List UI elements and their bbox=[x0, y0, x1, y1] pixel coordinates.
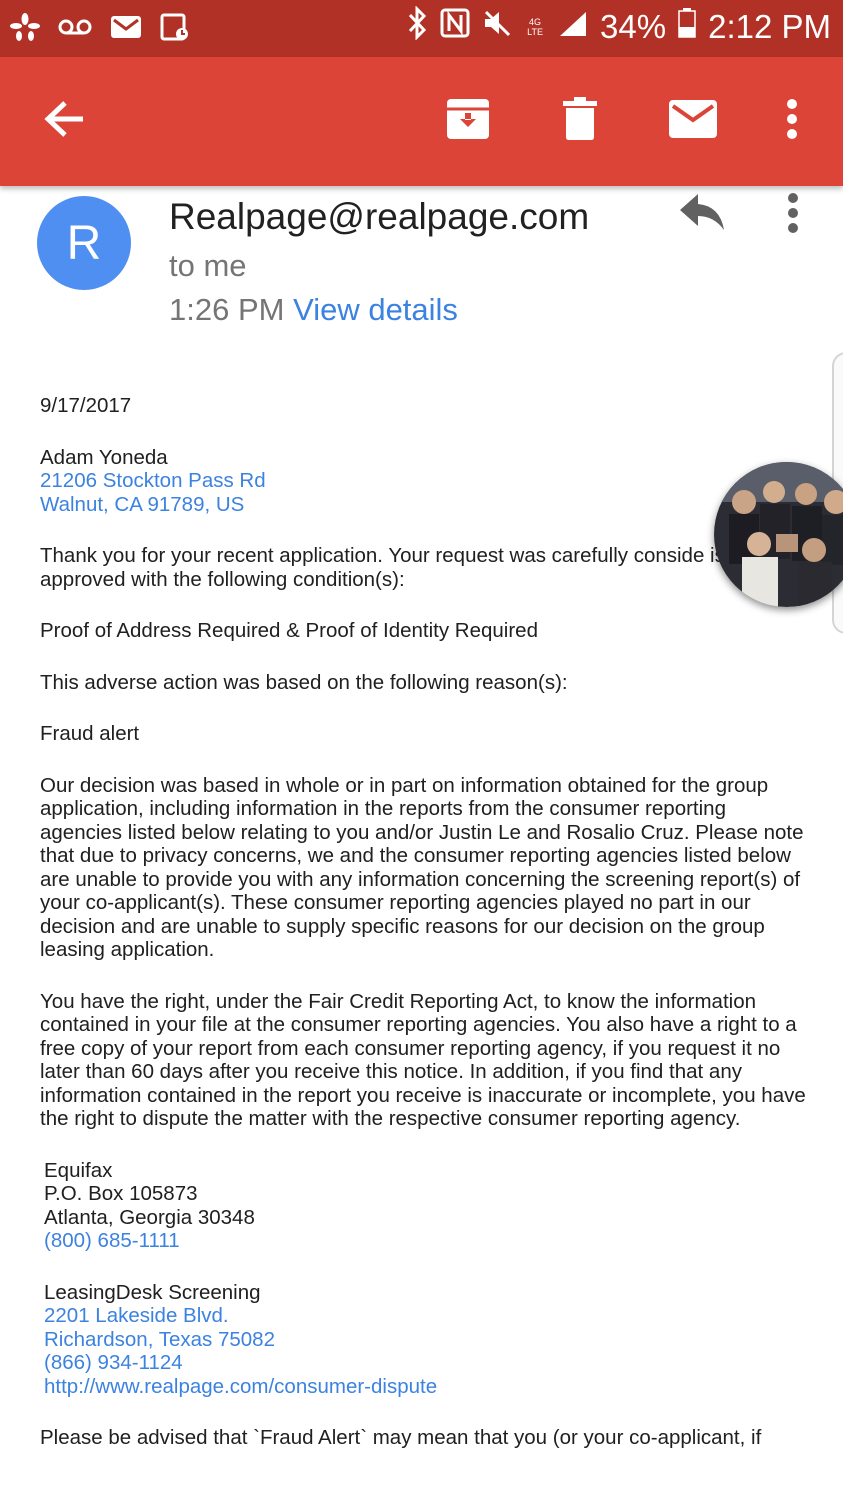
leasingdesk-phone-link[interactable]: (866) 934-1124 bbox=[44, 1351, 810, 1375]
leasingdesk-url-link[interactable]: http://www.realpage.com/consumer-dispute bbox=[44, 1375, 810, 1399]
arrow-left-icon bbox=[43, 99, 87, 144]
network-type: 4G LTE bbox=[527, 17, 543, 37]
overflow-menu-button[interactable] bbox=[772, 57, 812, 186]
delete-button[interactable] bbox=[548, 57, 612, 186]
equifax-block: Equifax P.O. Box 105873 Atlanta, Georgia… bbox=[40, 1159, 810, 1253]
mark-unread-button[interactable] bbox=[662, 57, 724, 186]
equifax-phone-link[interactable]: (800) 685-1111 bbox=[44, 1229, 810, 1253]
paragraph-fraud-alert: Please be advised that `Fraud Alert` may… bbox=[40, 1426, 762, 1449]
battery-icon bbox=[678, 8, 696, 46]
gmail-icon bbox=[110, 12, 142, 42]
leasingdesk-block: LeasingDesk Screening 2201 Lakeside Blvd… bbox=[40, 1281, 810, 1399]
leasingdesk-name: LeasingDesk Screening bbox=[44, 1280, 261, 1304]
yelp-icon bbox=[10, 12, 40, 42]
reason-text: Fraud alert bbox=[40, 722, 140, 745]
message-time: 1:26 PM bbox=[169, 292, 285, 327]
equifax-line-1: P.O. Box 105873 bbox=[44, 1182, 198, 1205]
message-time-row: 1:26 PM View details bbox=[169, 292, 458, 328]
paragraph-application: Thank you for your recent application. Y… bbox=[40, 544, 725, 591]
message-more-button[interactable] bbox=[786, 192, 808, 238]
signal-icon bbox=[558, 8, 588, 46]
calendar-icon bbox=[160, 12, 190, 42]
avatar[interactable]: R bbox=[37, 196, 131, 290]
status-bar: 4G LTE 34% 2:12 PM bbox=[0, 0, 843, 57]
paragraph-rights: You have the right, under the Fair Credi… bbox=[40, 989, 806, 1131]
equifax-name: Equifax bbox=[44, 1158, 113, 1182]
archive-icon bbox=[445, 97, 491, 146]
trash-icon bbox=[563, 97, 597, 146]
voicemail-icon bbox=[58, 12, 92, 42]
mute-icon bbox=[482, 8, 512, 46]
back-button[interactable] bbox=[30, 57, 100, 186]
recipient-label: to me bbox=[169, 248, 247, 283]
more-vertical-icon bbox=[786, 99, 798, 144]
bluetooth-icon bbox=[406, 5, 428, 48]
nfc-icon bbox=[440, 8, 470, 46]
equifax-line-2: Atlanta, Georgia 30348 bbox=[44, 1205, 255, 1229]
reasons-intro: This adverse action was based on the fol… bbox=[40, 670, 568, 694]
archive-button[interactable] bbox=[435, 57, 501, 186]
mail-icon bbox=[669, 100, 717, 143]
address-line-1-link[interactable]: 21206 Stockton Pass Rd bbox=[40, 469, 810, 493]
more-vertical-icon bbox=[786, 193, 800, 238]
leasingdesk-line-1-link[interactable]: 2201 Lakeside Blvd. bbox=[44, 1304, 810, 1328]
status-time: 2:12 PM bbox=[708, 8, 831, 45]
recipient-address-block: Adam Yoneda 21206 Stockton Pass Rd Walnu… bbox=[40, 446, 810, 517]
view-details-link[interactable]: View details bbox=[293, 292, 458, 327]
letter-date: 9/17/2017 bbox=[40, 394, 132, 417]
message-body: 9/17/2017 Adam Yoneda 21206 Stockton Pas… bbox=[40, 394, 810, 1478]
recipient-name: Adam Yoneda bbox=[40, 445, 168, 469]
battery-percent: 34% bbox=[600, 8, 667, 45]
address-line-2-link[interactable]: Walnut, CA 91789, US bbox=[40, 493, 810, 517]
sender-email: Realpage@realpage.com bbox=[169, 196, 590, 237]
conditions-text: Proof of Address Required & Proof of Ide… bbox=[40, 619, 538, 642]
app-bar bbox=[0, 57, 843, 186]
reply-icon bbox=[678, 194, 728, 236]
paragraph-decision: Our decision was based in whole or in pa… bbox=[40, 773, 804, 962]
reply-button[interactable] bbox=[678, 192, 728, 240]
leasingdesk-line-2-link[interactable]: Richardson, Texas 75082 bbox=[44, 1328, 810, 1352]
